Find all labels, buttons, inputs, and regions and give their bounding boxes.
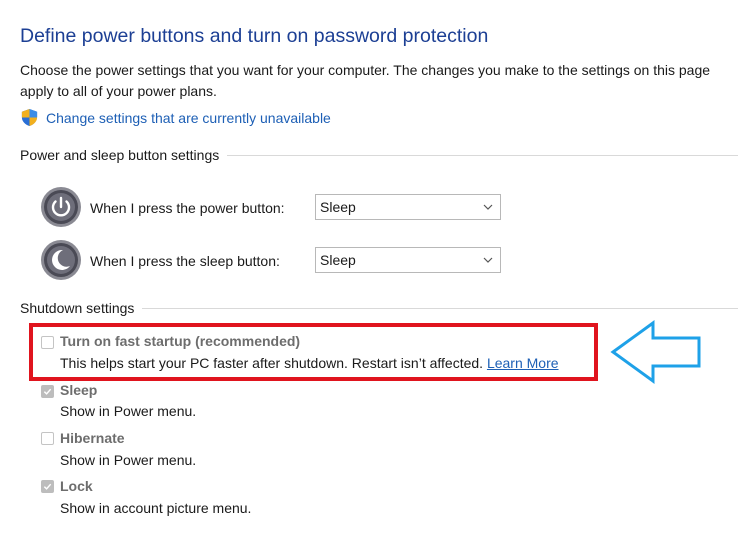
shutdown-group-label: Shutdown settings <box>20 300 143 316</box>
group-divider <box>227 154 738 156</box>
uac-shield-icon <box>21 108 38 127</box>
sleep-option-title: Sleep <box>60 382 98 398</box>
sleep-button-action-value: Sleep <box>320 252 356 268</box>
left-arrow-icon <box>610 320 701 384</box>
lock-checkbox[interactable] <box>41 480 54 493</box>
hibernate-option-title: Hibernate <box>60 430 125 446</box>
fast-startup-highlight-box <box>29 323 598 381</box>
checkmark-icon <box>43 388 52 395</box>
power-button-action-select[interactable]: Sleep <box>315 194 501 220</box>
change-settings-link-row[interactable]: Change settings that are currently unava… <box>20 108 331 127</box>
change-settings-link[interactable]: Change settings that are currently unava… <box>46 110 331 126</box>
power-button-action-value: Sleep <box>320 199 356 215</box>
shutdown-group-header: Shutdown settings <box>20 300 738 316</box>
sleep-checkbox[interactable] <box>41 385 54 398</box>
chevron-down-icon <box>483 204 493 210</box>
power-sleep-group-label: Power and sleep button settings <box>20 147 228 163</box>
lock-option-title: Lock <box>60 478 93 494</box>
chevron-down-icon <box>483 257 493 263</box>
sleep-option-description: Show in Power menu. <box>60 403 197 419</box>
hibernate-option-description: Show in Power menu. <box>60 452 197 468</box>
checkmark-icon <box>43 483 52 490</box>
power-button-label: When I press the power button: <box>90 200 285 216</box>
sleep-button-label: When I press the sleep button: <box>90 253 280 269</box>
sleep-button-action-select[interactable]: Sleep <box>315 247 501 273</box>
hibernate-checkbox[interactable] <box>41 432 54 445</box>
sleep-button-icon <box>41 240 81 280</box>
group-divider <box>142 307 738 309</box>
power-sleep-group-header: Power and sleep button settings <box>20 147 738 163</box>
page-title: Define power buttons and turn on passwor… <box>20 25 489 47</box>
lock-option-description: Show in account picture menu. <box>60 500 252 516</box>
power-button-icon <box>41 187 81 227</box>
page-description: Choose the power settings that you want … <box>20 62 711 99</box>
